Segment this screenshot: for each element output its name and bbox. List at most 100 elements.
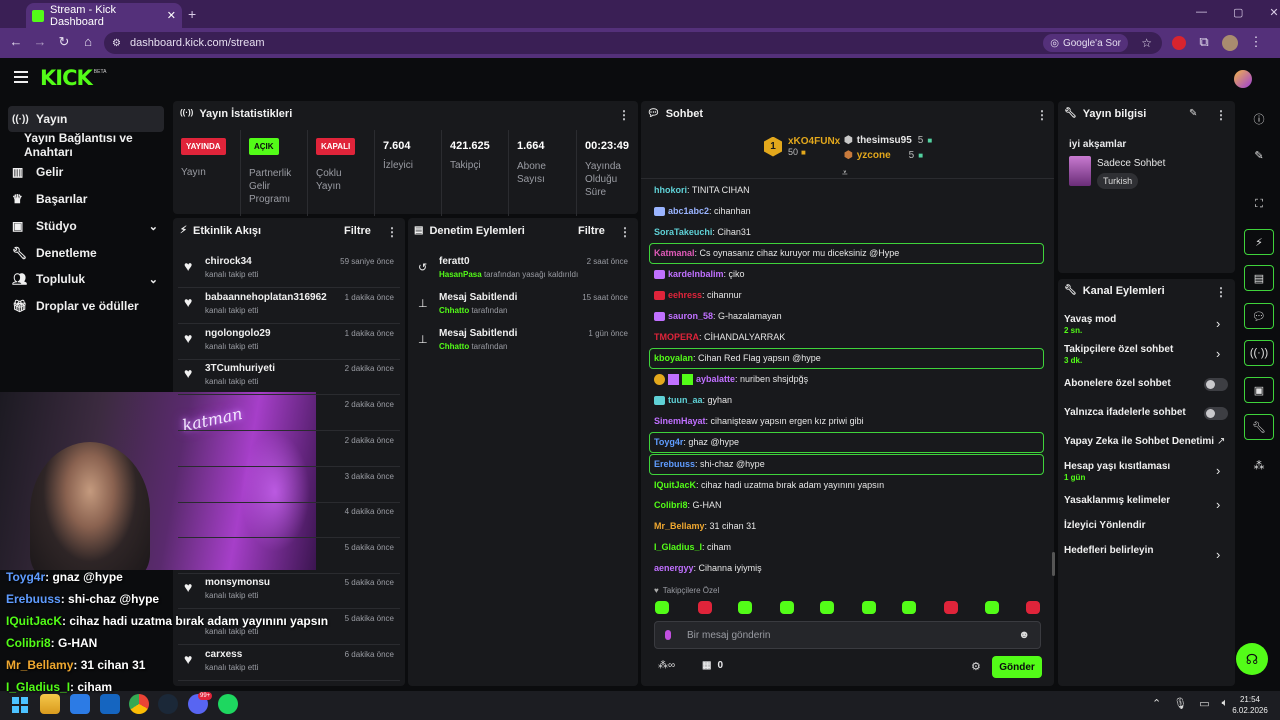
wrench-icon[interactable]: 🔧︎	[1244, 414, 1274, 440]
activity-item[interactable]: ♥ ngolongolo29 kanalı takip etti 1 dakika ö…	[178, 326, 400, 360]
bookmark-star-icon[interactable]: ☆	[1141, 36, 1152, 50]
spotify-icon[interactable]	[218, 694, 238, 714]
browser-tab[interactable]: Stream - Kick Dashboard ✕	[26, 3, 182, 28]
chat-username[interactable]: Toyg4r	[654, 437, 683, 447]
chat-message[interactable]: Toyg4r: ghaz @hype	[654, 437, 739, 447]
activity-item[interactable]: ♥ 3TCumhuriyeti kanalı takip etti 2 dakika …	[178, 361, 400, 395]
chat-username[interactable]: tuun_aa	[668, 395, 703, 405]
chat-username[interactable]: aenergyy	[654, 563, 694, 573]
channel-action-label[interactable]: Yasaklanmış kelimeler	[1064, 495, 1170, 506]
chevron-down-icon[interactable]: ⌄	[149, 273, 158, 286]
chat-message[interactable]: hhokori: TINITA CIHAN	[654, 185, 750, 195]
chat-username[interactable]: TMOPERA	[654, 332, 699, 342]
activity-item[interactable]: ♥ monsymonsu kanalı takip etti 5 dakika önc…	[178, 575, 400, 609]
extension-icon[interactable]	[1172, 36, 1186, 50]
close-window-icon[interactable]: ✕	[1269, 6, 1278, 19]
channel-action-label[interactable]: Takipçilere özel sohbet	[1064, 344, 1173, 355]
channel-action-label[interactable]: İzleyici Yönlendir	[1064, 520, 1146, 531]
top-gifter-3[interactable]: ⬢ yzcone 5 ■	[844, 150, 923, 161]
browser-menu-icon[interactable]: ⋮	[1246, 34, 1266, 51]
chat-username[interactable]: hhokori	[654, 185, 687, 195]
chat-message[interactable]: Erebuuss: shi-chaz @hype	[654, 459, 765, 469]
moderation-item[interactable]: ↺ feratt0 HasanPasa tarafından yasağı kald…	[414, 254, 632, 288]
emote-icon[interactable]	[820, 601, 834, 614]
activity-item[interactable]: 2 dakika önce	[178, 397, 400, 431]
chat-username[interactable]: Erebuuss	[654, 459, 695, 469]
toggle-switch[interactable]	[1204, 407, 1228, 420]
activity-item[interactable]: 5 dakika önce	[178, 540, 400, 574]
channel-action-label[interactable]: Abonelere özel sohbet	[1064, 378, 1171, 389]
moderation-filter-button[interactable]: Filtre	[578, 225, 605, 237]
sidebar-item-studyo[interactable]: ▣ Stüdyo ⌄	[8, 213, 164, 239]
bolt-icon[interactable]: ⚡︎	[1244, 229, 1274, 255]
activity-filter-button[interactable]: Filtre	[344, 225, 371, 237]
chat-username[interactable]: Colibri8	[654, 500, 688, 510]
sidebar-item-basarilar[interactable]: ♛ Başarılar	[8, 186, 164, 212]
sidebar-item-stream-key[interactable]: Yayın Bağlantısı ve Anahtarı	[8, 131, 164, 159]
channel-points-icon[interactable]: ⁂∞	[658, 660, 675, 671]
chat-message[interactable]: Colibri8: G-HAN	[654, 500, 722, 510]
site-info-icon[interactable]: ⚙	[112, 38, 121, 49]
chevron-right-icon[interactable]: ›	[1216, 316, 1220, 331]
stats-menu-icon[interactable]: ⋮	[618, 108, 630, 122]
channel-action-label[interactable]: Hedefleri belirleyin	[1064, 545, 1153, 556]
chat-message[interactable]: abc1abc2: cihanhan	[654, 206, 751, 217]
emote-icon[interactable]	[862, 601, 876, 614]
channel-action-label[interactable]: Yavaş mod	[1064, 314, 1116, 325]
sidebar-item-gelir[interactable]: ▥ Gelir	[8, 159, 164, 185]
chat-message[interactable]: aenergyy: Cihanna iyiymiş	[654, 563, 762, 573]
language-tag[interactable]: Turkish	[1097, 173, 1139, 189]
chat-username[interactable]: kboyalan	[654, 353, 693, 363]
edit-pencil-icon[interactable]: ✎	[1189, 108, 1197, 119]
moderator-name[interactable]: HasanPasa	[439, 270, 482, 279]
activity-menu-icon[interactable]: ⋮	[386, 225, 398, 239]
chat-username[interactable]: IQuitJacK	[654, 480, 696, 490]
send-button[interactable]: Gönder	[992, 656, 1042, 678]
broadcast-icon[interactable]: ((·))	[1244, 340, 1274, 366]
emote-icon[interactable]	[985, 601, 999, 614]
activity-item[interactable]: ♥ chirock34 kanalı takip etti 59 saniye önc…	[178, 254, 400, 288]
address-bar[interactable]: ⚙ dashboard.kick.com/stream ◎ Google'a S…	[104, 32, 1162, 54]
maximize-icon[interactable]: ▢	[1233, 6, 1243, 19]
sidebar-item-topluluk[interactable]: 👥︎ Topluluk ⌄	[8, 266, 164, 292]
chat-message[interactable]: IQuitJacK: cihaz hadi uzatma bırak adam …	[654, 480, 884, 490]
chat-username[interactable]: aybalatte	[696, 374, 735, 384]
chevron-right-icon[interactable]: ›	[1216, 547, 1220, 562]
sidebar-item-denetleme[interactable]: 🔧︎ Denetleme	[8, 240, 164, 266]
activity-item[interactable]: ♥ carxess kanalı takip etti 6 dakika önce	[178, 647, 400, 681]
chat-username[interactable]: Mr_Bellamy	[654, 521, 705, 531]
chat-username[interactable]: SoraTakeuchi	[654, 227, 712, 237]
chat-username[interactable]: abc1abc2	[668, 206, 709, 216]
chat-input[interactable]: Bir mesaj gönderin ☻	[654, 621, 1041, 649]
mic-icon[interactable]	[665, 630, 671, 640]
follower-name[interactable]: ngolongolo29	[205, 328, 271, 339]
home-icon[interactable]: ⌂	[78, 34, 98, 50]
activity-item[interactable]: ♥ babaannehoplatan316962 kanalı takip etti…	[178, 290, 400, 324]
chat-message[interactable]: Katmanal: Cs oynasanız cihaz kuruyor mu …	[654, 248, 899, 258]
chat-username[interactable]: SinemHayat	[654, 416, 706, 426]
user-avatar[interactable]	[1234, 70, 1252, 88]
profile-avatar[interactable]	[1222, 35, 1238, 51]
chat-menu-icon[interactable]: ⋮	[1036, 108, 1048, 122]
clipboard-icon[interactable]: ▤	[1244, 265, 1274, 291]
top-gifter-1[interactable]: 1 xKO4FUNx 50 ■	[764, 136, 840, 157]
stream-info-menu-icon[interactable]: ⋮	[1215, 108, 1227, 122]
activity-item[interactable]: 4 dakika önce	[178, 504, 400, 538]
volume-icon[interactable]: 🔈︎	[1222, 697, 1229, 710]
ask-google-button[interactable]: ◎ Google'a Sor	[1043, 34, 1128, 52]
emote-icon[interactable]	[1026, 601, 1040, 614]
forward-icon[interactable]: →	[30, 34, 50, 50]
chevron-right-icon[interactable]: ›	[1216, 497, 1220, 512]
hamburger-menu-icon[interactable]	[14, 71, 28, 83]
emote-icon[interactable]	[698, 601, 712, 614]
clock[interactable]: 21:54 6.02.2026	[1232, 694, 1268, 716]
chrome-icon[interactable]	[129, 694, 149, 714]
close-tab-icon[interactable]: ✕	[167, 9, 176, 22]
chat-message[interactable]: sauron_58: G-hazalamayan	[654, 311, 782, 322]
tray-overflow-icon[interactable]: ⌃	[1152, 697, 1161, 710]
top-gifter-2[interactable]: ⬢ thesimsu95 5 ■	[844, 135, 932, 146]
minimize-icon[interactable]: —	[1196, 6, 1207, 19]
activity-item[interactable]: 2 dakika önce	[178, 433, 400, 467]
channel-action-label[interactable]: Hesap yaşı kısıtlaması	[1064, 461, 1170, 472]
edit-icon[interactable]: ✎	[1244, 142, 1274, 168]
